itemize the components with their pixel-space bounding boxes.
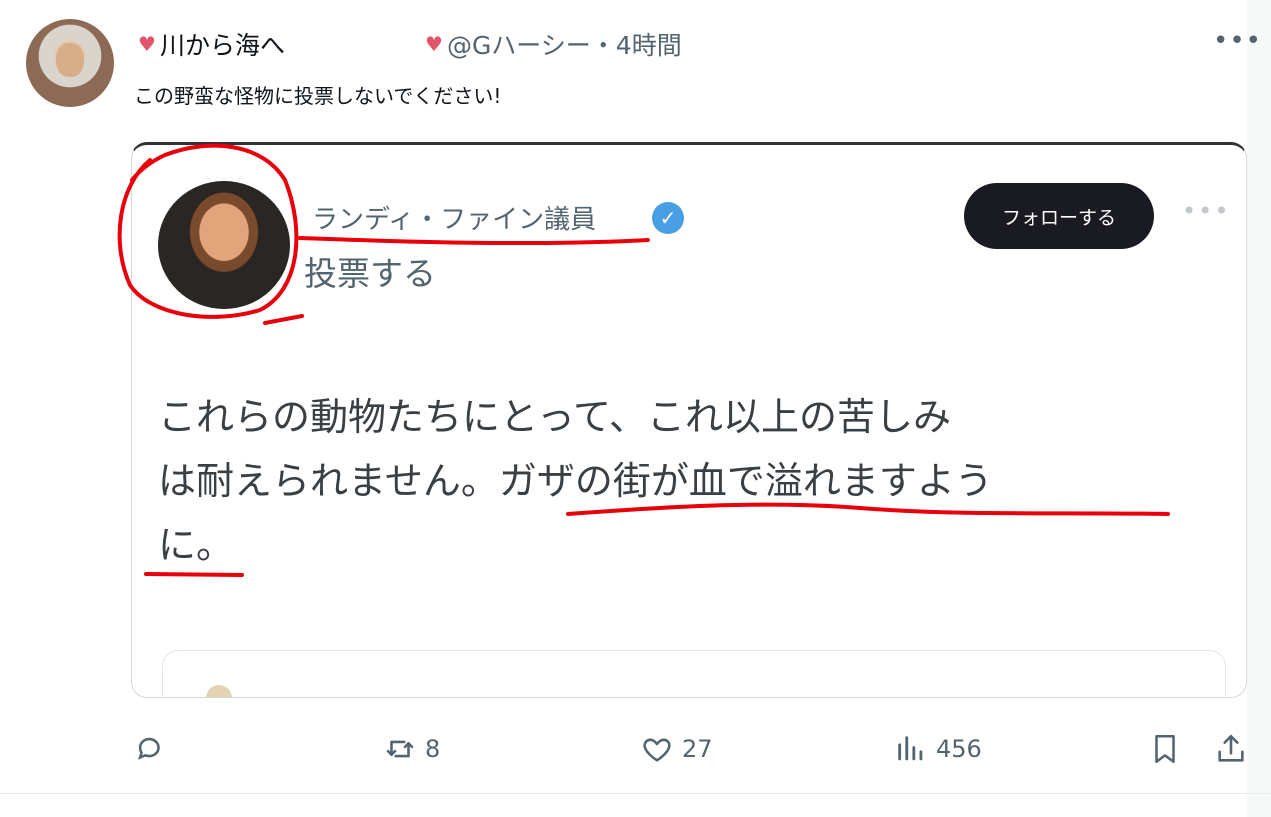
bookmark-icon	[1155, 734, 1175, 764]
quoted-body-line: に。	[158, 523, 235, 567]
follow-button: フォローする	[964, 183, 1154, 249]
quoted-post-image[interactable]: ランディ・ファイン議員 ✓ フォローする ••• 投票する これらの動物たちにと…	[131, 142, 1247, 698]
heart-icon: ♥	[425, 32, 443, 56]
repost-button[interactable]: 8	[383, 724, 440, 774]
quoted-body-line: これらの動物たちにとって、これ以上の苦しみ	[158, 395, 952, 439]
like-button[interactable]: 27	[640, 724, 713, 774]
share-button[interactable]	[1214, 724, 1248, 774]
repost-icon	[386, 740, 414, 758]
divider	[0, 793, 1271, 794]
author-display-name[interactable]: 川から海へ	[160, 26, 285, 62]
reply-icon	[138, 737, 160, 760]
post-text: この野蛮な怪物に投票しないでください!	[134, 84, 502, 108]
views-button[interactable]: 456	[894, 724, 982, 774]
author-avatar[interactable]	[26, 19, 114, 107]
heart-outline-icon	[643, 738, 671, 762]
handle-and-time[interactable]: ♥ @Gハーシー・4時間	[425, 24, 682, 64]
author-handle-time[interactable]: @Gハーシー・4時間	[447, 26, 682, 62]
author-name-row[interactable]: ♥ 川から海へ	[138, 24, 285, 64]
heart-icon: ♥	[138, 32, 156, 56]
quoted-author-name: ランディ・ファイン議員	[312, 205, 597, 235]
repost-count: 8	[425, 735, 441, 763]
like-count: 27	[682, 735, 713, 763]
analytics-icon	[898, 736, 923, 761]
quoted-body: これらの動物たちにとって、これ以上の苦しみ は耐えられません。ガザの街が血で溢れ…	[158, 385, 1218, 577]
quoted-avatar	[158, 181, 290, 309]
action-bar: 8 27 456	[0, 724, 1271, 774]
quoted-more-icon: •••	[1182, 197, 1231, 225]
bookmark-button[interactable]	[1148, 724, 1182, 774]
more-options-icon[interactable]: •••	[1213, 26, 1262, 56]
views-count: 456	[936, 735, 982, 763]
inner-embedded-card	[162, 650, 1226, 697]
verified-badge-icon: ✓	[652, 202, 684, 234]
reply-button[interactable]	[133, 724, 175, 774]
share-icon	[1218, 734, 1244, 762]
scrollbar-track[interactable]	[1247, 0, 1271, 817]
quoted-subtitle: 投票する	[304, 254, 436, 293]
quoted-body-line: は耐えられません。ガザの街が血で溢れますよう	[158, 459, 993, 503]
